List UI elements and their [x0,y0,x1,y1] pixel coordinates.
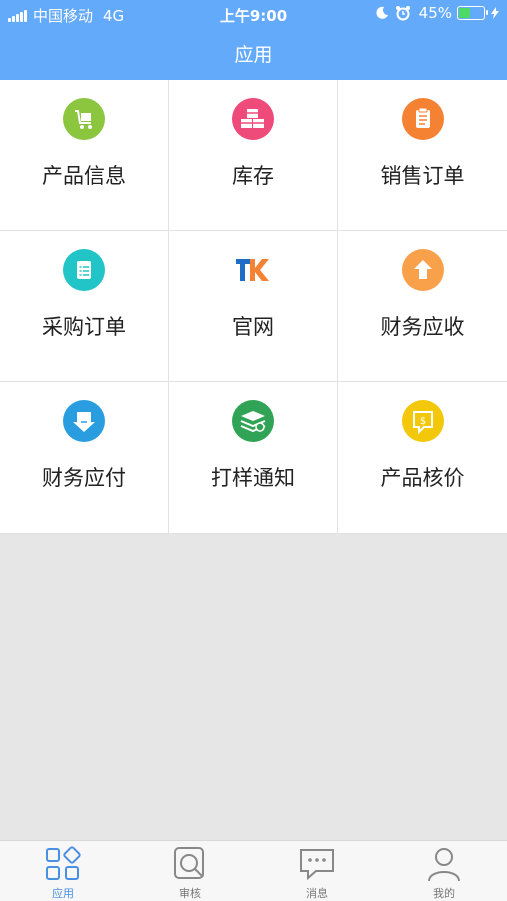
tab-messages[interactable]: 消息 [254,841,380,901]
app-tile-payables[interactable]: 财务应付 [0,382,169,534]
apps-grid-icon [46,846,81,880]
alarm-icon [395,6,410,21]
app-label: 库存 [232,164,274,188]
clipboard-icon [401,98,444,140]
review-icon [174,847,204,879]
app-label: 官网 [232,315,274,339]
svg-text:$: $ [419,416,425,427]
moon-icon [376,6,388,19]
tab-label: 应用 [52,887,74,900]
tab-review[interactable]: 审核 [127,841,253,901]
person-icon [428,848,460,882]
app-label: 产品核价 [380,466,465,490]
app-grid: 产品信息 库存 销售订单 采购订单 官网 财务应收 财务应付 打样通知 $ 产品… [0,80,507,534]
tk-logo-icon [232,249,274,291]
app-label: 销售订单 [380,164,465,188]
cart-icon [63,98,105,140]
tab-apps[interactable]: 应用 [0,841,126,901]
app-label: 采购订单 [42,315,126,339]
tab-label: 我的 [433,887,455,900]
app-label: 财务应付 [42,466,126,490]
boxes-icon [232,98,274,140]
app-label: 打样通知 [211,466,295,490]
app-label: 产品信息 [42,164,126,188]
checklist-icon [63,249,105,291]
app-tile-inventory[interactable]: 库存 [169,80,338,231]
battery-percent: 45% [418,4,452,22]
app-tile-product-pricing[interactable]: $ 产品核价 [338,382,507,534]
app-tile-product-info[interactable]: 产品信息 [0,80,169,231]
tab-label: 消息 [306,887,328,900]
battery-icon [457,6,488,20]
money-stack-icon [232,400,274,442]
tab-mine[interactable]: 我的 [381,841,507,901]
charging-icon [491,7,499,19]
tab-label: 审核 [179,887,201,900]
bottom-tab-bar: 应用 审核 消息 我的 [0,840,507,901]
app-tile-sample-notice[interactable]: 打样通知 [169,382,338,534]
app-tile-receivables[interactable]: 财务应收 [338,231,507,382]
up-arrow-icon [401,249,444,291]
app-tile-sales-order[interactable]: 销售订单 [338,80,507,231]
down-arrow-icon [63,400,105,442]
message-icon [300,849,334,881]
price-icon: $ [401,400,444,442]
app-tile-purchase-order[interactable]: 采购订单 [0,231,169,382]
app-label: 财务应收 [380,315,465,339]
status-bar: 中国移动 4G 上午9:00 45% [0,0,507,28]
app-header: 中国移动 4G 上午9:00 45% 应用 [0,0,507,80]
page-title: 应用 [234,44,273,66]
app-tile-official-site[interactable]: 官网 [169,231,338,382]
